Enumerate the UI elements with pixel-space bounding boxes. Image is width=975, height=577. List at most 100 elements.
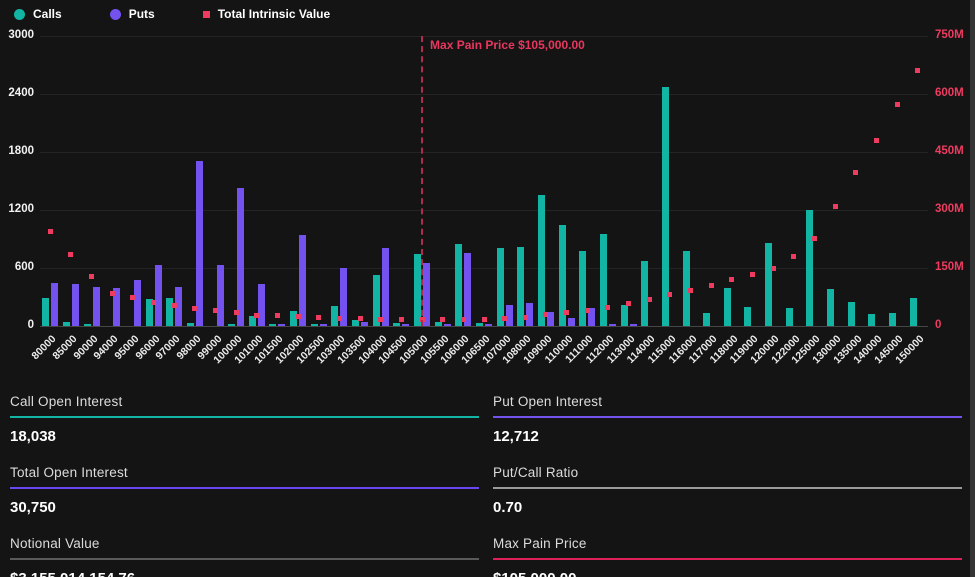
puts-bar[interactable] (258, 284, 265, 326)
total-intrinsic-value-point[interactable] (482, 317, 487, 322)
puts-bar[interactable] (134, 280, 141, 326)
calls-bar[interactable] (868, 314, 875, 326)
puts-bar[interactable] (299, 235, 306, 326)
calls-bar[interactable] (42, 298, 49, 326)
total-intrinsic-value-point[interactable] (564, 310, 569, 315)
total-intrinsic-value-point[interactable] (48, 229, 53, 234)
total-intrinsic-value-point[interactable] (254, 313, 259, 318)
calls-bar[interactable] (476, 323, 483, 326)
calls-bar[interactable] (269, 324, 276, 326)
puts-bar[interactable] (630, 324, 637, 326)
puts-bar[interactable] (464, 253, 471, 326)
total-intrinsic-value-point[interactable] (750, 272, 755, 277)
calls-bar[interactable] (848, 302, 855, 326)
calls-bar[interactable] (455, 244, 462, 326)
total-intrinsic-value-point[interactable] (502, 316, 507, 321)
total-intrinsic-value-point[interactable] (151, 300, 156, 305)
price-chart[interactable]: 060012001800240030000150M300M450M600M750… (0, 28, 975, 382)
total-intrinsic-value-point[interactable] (543, 312, 548, 317)
legend-item-puts[interactable]: Puts (110, 7, 155, 21)
puts-bar[interactable] (444, 324, 451, 326)
calls-bar[interactable] (910, 298, 917, 326)
puts-bar[interactable] (93, 287, 100, 326)
total-intrinsic-value-point[interactable] (110, 291, 115, 296)
calls-bar[interactable] (621, 305, 628, 326)
total-intrinsic-value-point[interactable] (874, 138, 879, 143)
stat-underline (493, 416, 962, 418)
total-intrinsic-value-point[interactable] (688, 288, 693, 293)
puts-bar[interactable] (320, 324, 327, 326)
legend-item-calls[interactable]: Calls (14, 7, 62, 21)
total-intrinsic-value-point[interactable] (833, 204, 838, 209)
calls-bar[interactable] (600, 234, 607, 326)
puts-bar[interactable] (217, 265, 224, 326)
puts-bar[interactable] (278, 324, 285, 326)
calls-bar[interactable] (641, 261, 648, 326)
total-intrinsic-value-point[interactable] (213, 308, 218, 313)
total-intrinsic-value-point[interactable] (192, 306, 197, 311)
total-intrinsic-value-point[interactable] (172, 303, 177, 308)
total-intrinsic-value-point[interactable] (709, 283, 714, 288)
total-intrinsic-value-point[interactable] (853, 170, 858, 175)
calls-bar[interactable] (228, 324, 235, 326)
total-intrinsic-value-point[interactable] (234, 310, 239, 315)
calls-bar[interactable] (311, 324, 318, 326)
puts-bar[interactable] (382, 248, 389, 326)
total-intrinsic-value-point[interactable] (399, 317, 404, 322)
puts-bar[interactable] (72, 284, 79, 326)
puts-bar[interactable] (361, 322, 368, 326)
total-intrinsic-value-point[interactable] (729, 277, 734, 282)
total-intrinsic-value-point[interactable] (585, 308, 590, 313)
total-intrinsic-value-point[interactable] (605, 305, 610, 310)
calls-bar[interactable] (765, 243, 772, 326)
puts-bar[interactable] (237, 188, 244, 326)
calls-bar[interactable] (579, 251, 586, 326)
y-axis-right-tick-label: 450M (935, 145, 964, 157)
legend-item-total-intrinsic-value[interactable]: Total Intrinsic Value (203, 7, 330, 21)
calls-bar[interactable] (703, 313, 710, 326)
calls-bar[interactable] (538, 195, 545, 326)
puts-bar[interactable] (196, 161, 203, 326)
calls-bar[interactable] (662, 87, 669, 326)
calls-bar[interactable] (84, 324, 91, 326)
calls-bar[interactable] (63, 322, 70, 326)
total-intrinsic-value-point[interactable] (667, 292, 672, 297)
calls-bar[interactable] (497, 248, 504, 326)
puts-bar[interactable] (568, 318, 575, 326)
total-intrinsic-value-point[interactable] (895, 102, 900, 107)
calls-bar[interactable] (827, 289, 834, 326)
calls-bar[interactable] (414, 254, 421, 327)
total-intrinsic-value-point[interactable] (296, 314, 301, 319)
total-intrinsic-value-point[interactable] (89, 274, 94, 279)
calls-bar[interactable] (187, 323, 194, 326)
total-intrinsic-value-point[interactable] (915, 68, 920, 73)
puts-bar[interactable] (609, 324, 616, 326)
total-intrinsic-value-point[interactable] (316, 315, 321, 320)
puts-bar[interactable] (51, 283, 58, 327)
calls-bar[interactable] (724, 288, 731, 326)
total-intrinsic-value-point[interactable] (378, 317, 383, 322)
calls-bar[interactable] (889, 313, 896, 326)
calls-bar[interactable] (806, 210, 813, 326)
puts-bar[interactable] (402, 324, 409, 326)
total-intrinsic-value-point[interactable] (358, 316, 363, 321)
calls-bar[interactable] (744, 307, 751, 326)
total-intrinsic-value-point[interactable] (647, 297, 652, 302)
scrollbar[interactable] (970, 0, 975, 577)
total-intrinsic-value-point[interactable] (440, 317, 445, 322)
total-intrinsic-value-point[interactable] (812, 236, 817, 241)
total-intrinsic-value-point[interactable] (791, 254, 796, 259)
total-intrinsic-value-point[interactable] (523, 315, 528, 320)
puts-bar[interactable] (485, 324, 492, 326)
total-intrinsic-value-point[interactable] (337, 316, 342, 321)
calls-bar[interactable] (786, 308, 793, 326)
total-intrinsic-value-point[interactable] (130, 295, 135, 300)
calls-bar[interactable] (435, 322, 442, 326)
total-intrinsic-value-point[interactable] (626, 301, 631, 306)
calls-bar[interactable] (393, 323, 400, 326)
total-intrinsic-value-point[interactable] (771, 266, 776, 271)
total-intrinsic-value-point[interactable] (461, 317, 466, 322)
total-intrinsic-value-point[interactable] (275, 313, 280, 318)
puts-bar[interactable] (155, 265, 162, 326)
total-intrinsic-value-point[interactable] (68, 252, 73, 257)
